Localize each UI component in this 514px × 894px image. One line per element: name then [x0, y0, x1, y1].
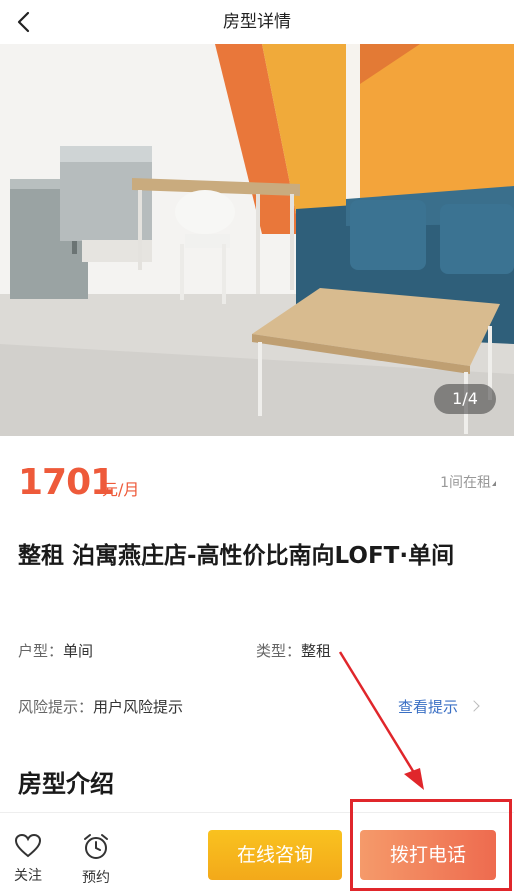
page-title: 房型详情: [223, 12, 291, 32]
listing-title: 整租 泊寓燕庄店-高性价比南向LOFT·单间: [18, 543, 455, 569]
risk-tip-row: 风险提示：用户风险提示 查看提示: [18, 694, 496, 720]
attr-layout-value: 单间: [63, 642, 94, 660]
risk-key: 风险提示：: [18, 698, 94, 716]
attr-type: 类型：整租: [256, 638, 331, 664]
rent-count-dropdown[interactable]: 1间在租: [440, 472, 496, 494]
attr-type-key: 类型：: [256, 642, 302, 660]
price-amount: 1701: [18, 462, 115, 503]
attr-layout: 户型：单间: [18, 638, 93, 664]
risk-value: 用户风险提示: [93, 698, 184, 716]
alarm-clock-icon: [84, 834, 108, 859]
follow-label: 关注: [14, 868, 42, 884]
dropdown-triangle-icon: [492, 481, 496, 486]
annotation-highlight-box: [350, 799, 512, 891]
attr-layout-key: 户型：: [18, 642, 64, 660]
room-photo-gallery[interactable]: 1/4: [0, 44, 514, 436]
view-tip-label: 查看提示: [397, 698, 458, 716]
price-unit: 元/月: [102, 480, 140, 499]
heart-icon: [14, 833, 42, 858]
attr-type-value: 整租: [301, 642, 332, 660]
price-row: 1701 元/月 1间在租: [18, 460, 496, 506]
photo-counter: 1/4: [434, 384, 496, 414]
rent-count-label: 1间在租: [440, 475, 491, 491]
reserve-label: 预约: [82, 870, 110, 886]
chevron-right-icon: [468, 700, 480, 712]
follow-button[interactable]: 关注: [6, 833, 50, 889]
room-photo: [0, 44, 514, 436]
section-title-room-intro: 房型介绍: [18, 770, 114, 798]
top-bar: 房型详情: [0, 0, 514, 44]
online-consult-button[interactable]: 在线咨询: [208, 830, 342, 880]
listing-attributes: 户型：单间 类型：整租: [18, 638, 496, 664]
view-tip-link[interactable]: 查看提示: [397, 694, 480, 720]
reserve-button[interactable]: 预约: [74, 833, 118, 889]
